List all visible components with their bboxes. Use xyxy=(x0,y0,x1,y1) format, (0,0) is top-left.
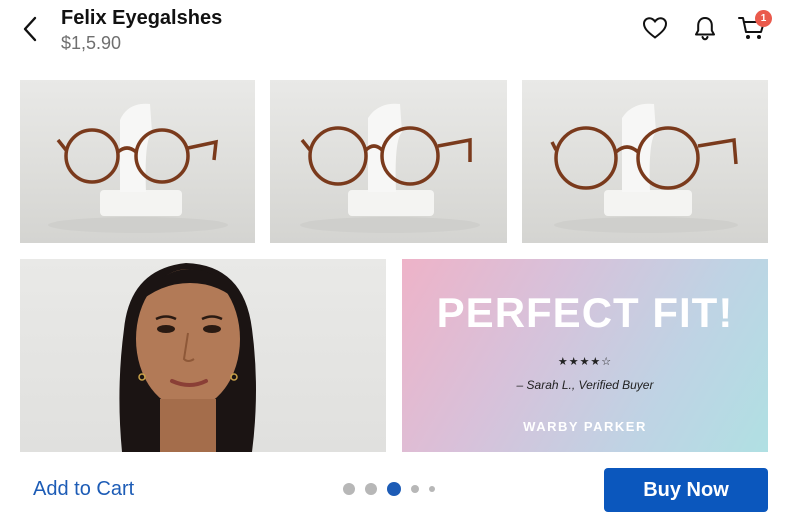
product-photo-2[interactable] xyxy=(270,80,507,243)
review-promo-card[interactable]: PERFECT FIT! ★★★★☆ – Sarah L., Verified … xyxy=(402,259,768,452)
pagination-dot[interactable] xyxy=(365,483,377,495)
promo-headline: PERFECT FIT! xyxy=(436,289,734,336)
heart-icon xyxy=(642,17,668,39)
model-photo[interactable] xyxy=(20,259,386,452)
buy-now-button[interactable]: Buy Now xyxy=(604,468,768,512)
product-title: Felix Eyegalshes xyxy=(61,7,223,29)
bell-icon xyxy=(695,17,715,41)
app-header: Felix Eyegalshes $1,5.90 1 xyxy=(0,0,789,66)
pagination-dot[interactable] xyxy=(429,486,435,492)
product-price: $1,5.90 xyxy=(61,33,122,53)
favorite-button[interactable] xyxy=(639,12,671,44)
notifications-button[interactable] xyxy=(689,12,721,44)
product-photo-1[interactable] xyxy=(20,80,255,243)
brand-logo-text: WARBY PARKER xyxy=(523,419,647,434)
rating-stars: ★★★★☆ xyxy=(557,356,613,368)
pagination-dot[interactable] xyxy=(343,483,355,495)
reviewer-attribution: – Sarah L., Verified Buyer xyxy=(516,378,654,392)
add-to-cart-button[interactable]: Add to Cart xyxy=(33,478,134,501)
chevron-left-icon xyxy=(23,16,37,42)
pagination-dot[interactable] xyxy=(411,485,419,493)
gallery-pagination xyxy=(343,481,445,497)
pagination-dot-active[interactable] xyxy=(387,482,401,496)
back-button[interactable] xyxy=(14,12,46,46)
product-photo-3[interactable] xyxy=(522,80,768,243)
cart-count-badge: 1 xyxy=(755,10,772,27)
